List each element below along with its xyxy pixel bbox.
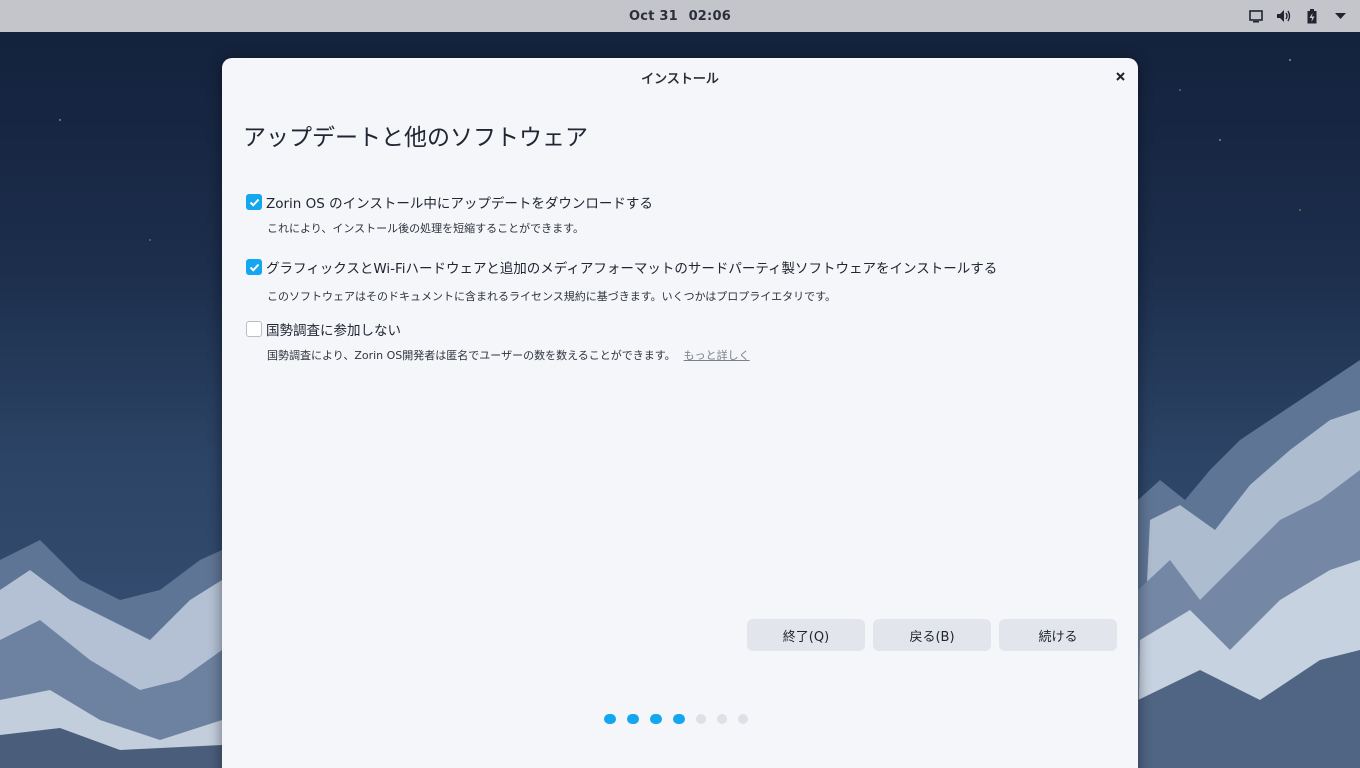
- top-panel: Oct 31 02:06: [0, 0, 1360, 32]
- clock-date: Oct 31: [629, 8, 678, 24]
- option-census-opt-out[interactable]: 国勢調査に参加しない: [246, 319, 401, 339]
- screen-icon[interactable]: [1248, 8, 1264, 24]
- page-heading: アップデートと他のソフトウェア: [243, 125, 588, 151]
- step-dot: [627, 714, 639, 724]
- checkmark-icon: [249, 198, 259, 207]
- clock[interactable]: Oct 31 02:06: [626, 9, 734, 24]
- download-updates-label[interactable]: Zorin OS のインストール中にアップデートをダウンロードする: [266, 192, 653, 212]
- dialog-title: インストール: [641, 72, 719, 87]
- close-icon: [1115, 71, 1125, 81]
- step-dot: [717, 714, 727, 724]
- option-third-party-software[interactable]: グラフィックスとWi-Fiハードウェアと追加のメディアフォーマットのサードパーテ…: [246, 257, 997, 277]
- learn-more-link[interactable]: もっと詳しく: [684, 349, 750, 362]
- dropdown-arrow-icon[interactable]: [1332, 8, 1348, 24]
- census-description: 国勢調査により、Zorin OS開発者は匿名でユーザーの数を数えることができます…: [267, 349, 676, 362]
- step-progress-indicator: [604, 714, 748, 724]
- step-dot: [696, 714, 706, 724]
- census-description-line: 国勢調査により、Zorin OS開発者は匿名でユーザーの数を数えることができます…: [267, 347, 750, 363]
- download-updates-checkbox[interactable]: [246, 194, 262, 210]
- installer-dialog: インストール アップデートと他のソフトウェア Zorin OS のインストール中…: [222, 58, 1138, 768]
- option-download-updates[interactable]: Zorin OS のインストール中にアップデートをダウンロードする: [246, 192, 653, 212]
- step-dot: [650, 714, 662, 724]
- volume-icon[interactable]: [1276, 8, 1292, 24]
- battery-icon[interactable]: [1304, 8, 1320, 24]
- third-party-description: このソフトウェアはそのドキュメントに含まれるライセンス規約に基づきます。いくつか…: [267, 290, 837, 303]
- clock-time: 02:06: [688, 8, 731, 24]
- step-dot: [738, 714, 748, 724]
- back-button[interactable]: 戻る(B): [873, 619, 991, 651]
- download-updates-description: これにより、インストール後の処理を短縮することができます。: [267, 222, 585, 235]
- continue-button[interactable]: 続ける: [999, 619, 1117, 651]
- census-opt-out-label[interactable]: 国勢調査に参加しない: [266, 319, 401, 339]
- checkmark-icon: [249, 263, 259, 272]
- third-party-checkbox[interactable]: [246, 259, 262, 275]
- step-dot: [673, 714, 685, 724]
- quit-button[interactable]: 終了(Q): [747, 619, 865, 651]
- system-tray: [1248, 0, 1348, 32]
- close-button[interactable]: [1112, 68, 1128, 84]
- third-party-label[interactable]: グラフィックスとWi-Fiハードウェアと追加のメディアフォーマットのサードパーテ…: [266, 257, 997, 277]
- step-dot: [604, 714, 616, 724]
- census-opt-out-checkbox[interactable]: [246, 321, 262, 337]
